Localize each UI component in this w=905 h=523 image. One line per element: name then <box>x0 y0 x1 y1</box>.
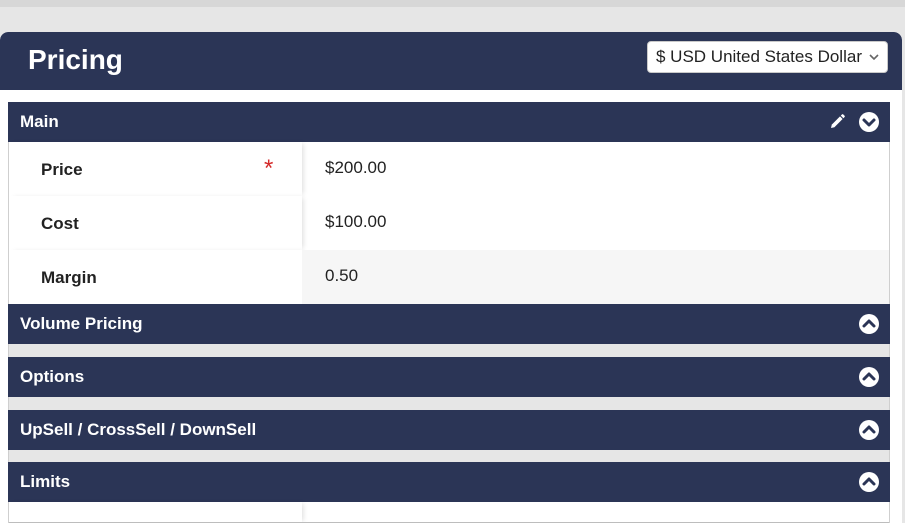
chevron-down-circle-icon[interactable] <box>858 111 880 133</box>
section-header-upsell[interactable]: UpSell / CrossSell / DownSell <box>8 410 890 450</box>
field-label-cost: Cost <box>41 214 79 233</box>
section-title-limits: Limits <box>20 472 71 491</box>
chevron-up-circle-icon[interactable] <box>858 366 880 388</box>
field-value-cell[interactable]: $200.00 <box>302 142 889 196</box>
section-gap <box>8 344 890 357</box>
field-row-price: Price * $200.00 <box>9 142 889 196</box>
field-label-price: Price <box>41 160 83 179</box>
currency-select[interactable]: $ USD United States Dollar <box>647 41 888 73</box>
chevron-up-circle-icon[interactable] <box>858 313 880 335</box>
pricing-sections: Main Price * $200.00 Cost $100.00 Margin… <box>8 102 890 523</box>
pencil-icon[interactable] <box>828 113 846 131</box>
field-label-margin: Margin <box>41 268 97 287</box>
field-label-cell: Margin <box>9 250 302 304</box>
chevron-up-circle-icon[interactable] <box>858 419 880 441</box>
required-asterisk: * <box>264 155 274 182</box>
section-header-main[interactable]: Main <box>8 102 890 142</box>
section-gap <box>8 397 890 410</box>
field-row-cost: Cost $100.00 <box>9 196 889 250</box>
field-value-price: $200.00 <box>325 158 387 177</box>
field-value-cell[interactable]: $100.00 <box>302 196 889 250</box>
field-row-margin: Margin 0.50 <box>9 250 889 304</box>
chevron-up-circle-icon[interactable] <box>858 471 880 493</box>
panel-header: Pricing $ USD United States Dollar <box>0 32 902 90</box>
field-label-cell: Price * <box>9 142 302 196</box>
field-value-cost: $100.00 <box>325 212 387 231</box>
panel-title: Pricing <box>28 44 123 75</box>
section-title-options: Options <box>20 367 85 386</box>
section-header-limits[interactable]: Limits <box>8 462 890 502</box>
section-title-main: Main <box>20 112 59 131</box>
pricing-panel: Pricing $ USD United States Dollar Main <box>0 32 902 523</box>
field-label-cell <box>9 502 302 523</box>
section-header-volume-pricing[interactable]: Volume Pricing <box>8 304 890 344</box>
section-title-volume-pricing: Volume Pricing <box>20 314 143 333</box>
section-title-upsell: UpSell / CrossSell / DownSell <box>20 420 257 439</box>
chevron-down-icon <box>869 54 879 61</box>
field-label-cell: Cost <box>9 196 302 250</box>
field-value-cell[interactable]: 0.50 <box>302 250 889 304</box>
top-strip <box>0 0 905 7</box>
field-value-margin: 0.50 <box>325 266 359 285</box>
main-fields: Price * $200.00 Cost $100.00 Margin 0.50 <box>8 142 890 304</box>
limits-content <box>8 502 890 523</box>
section-header-options[interactable]: Options <box>8 357 890 397</box>
currency-select-value: $ USD United States Dollar <box>656 47 862 66</box>
